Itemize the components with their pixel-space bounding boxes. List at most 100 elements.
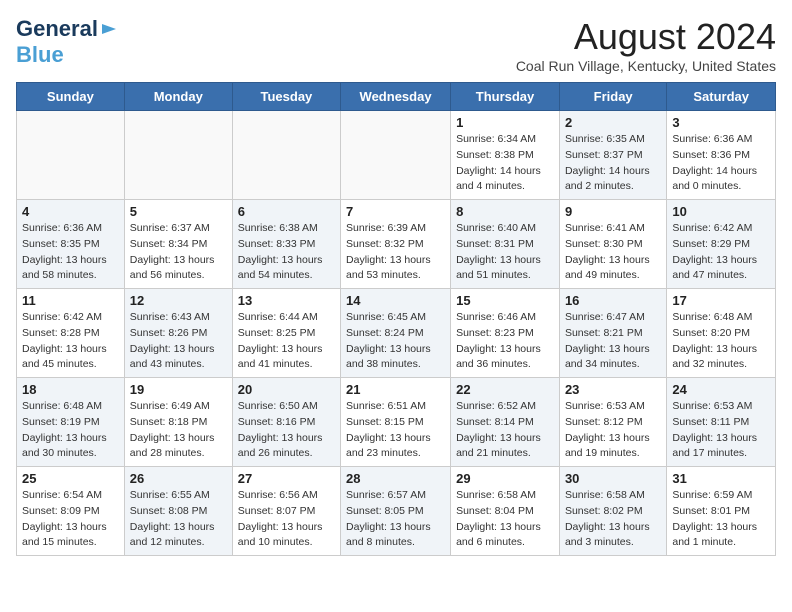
calendar-cell: 30 Sunrise: 6:58 AM Sunset: 8:02 PM Dayli… [559,467,666,556]
calendar-cell [17,111,125,200]
day-info: Sunrise: 6:56 AM Sunset: 8:07 PM Dayligh… [238,488,335,551]
calendar-cell: 9 Sunrise: 6:41 AM Sunset: 8:30 PM Daylig… [559,200,666,289]
day-number: 29 [456,471,554,486]
day-info: Sunrise: 6:58 AM Sunset: 8:04 PM Dayligh… [456,488,554,551]
day-number: 5 [130,204,227,219]
day-number: 1 [456,115,554,130]
day-number: 10 [672,204,770,219]
day-info: Sunrise: 6:52 AM Sunset: 8:14 PM Dayligh… [456,399,554,462]
calendar-cell: 25 Sunrise: 6:54 AM Sunset: 8:09 PM Dayli… [17,467,125,556]
day-info: Sunrise: 6:47 AM Sunset: 8:21 PM Dayligh… [565,310,661,373]
column-header-saturday: Saturday [667,83,776,111]
day-number: 22 [456,382,554,397]
day-info: Sunrise: 6:34 AM Sunset: 8:38 PM Dayligh… [456,132,554,195]
calendar-cell: 3 Sunrise: 6:36 AM Sunset: 8:36 PM Daylig… [667,111,776,200]
calendar-cell: 1 Sunrise: 6:34 AM Sunset: 8:38 PM Daylig… [451,111,560,200]
calendar-cell: 20 Sunrise: 6:50 AM Sunset: 8:16 PM Dayli… [232,378,340,467]
calendar-cell: 5 Sunrise: 6:37 AM Sunset: 8:34 PM Daylig… [124,200,232,289]
week-row-4: 18Sunrise: 6:48 AM Sunset: 8:19 PM Dayli… [17,378,776,467]
calendar-cell: 31 Sunrise: 6:59 AM Sunset: 8:01 PM Dayli… [667,467,776,556]
day-info: Sunrise: 6:43 AM Sunset: 8:26 PM Dayligh… [130,310,227,373]
calendar-cell [341,111,451,200]
day-number: 17 [672,293,770,308]
calendar-cell [124,111,232,200]
day-info: Sunrise: 6:36 AM Sunset: 8:36 PM Dayligh… [672,132,770,195]
day-number: 2 [565,115,661,130]
day-number: 8 [456,204,554,219]
column-header-sunday: Sunday [17,83,125,111]
day-number: 31 [672,471,770,486]
day-info: Sunrise: 6:36 AM Sunset: 8:35 PM Dayligh… [22,221,119,284]
calendar-cell: 23 Sunrise: 6:53 AM Sunset: 8:12 PM Dayli… [559,378,666,467]
calendar-cell: 24 Sunrise: 6:53 AM Sunset: 8:11 PM Dayli… [667,378,776,467]
month-title: August 2024 [516,16,776,58]
calendar-cell: 8 Sunrise: 6:40 AM Sunset: 8:31 PM Daylig… [451,200,560,289]
calendar-cell: 16 Sunrise: 6:47 AM Sunset: 8:21 PM Dayli… [559,289,666,378]
day-info: Sunrise: 6:53 AM Sunset: 8:11 PM Dayligh… [672,399,770,462]
calendar-cell: 11Sunrise: 6:42 AM Sunset: 8:28 PM Dayli… [17,289,125,378]
calendar-cell: 10 Sunrise: 6:42 AM Sunset: 8:29 PM Dayli… [667,200,776,289]
logo: General Blue [16,16,118,68]
day-info: Sunrise: 6:41 AM Sunset: 8:30 PM Dayligh… [565,221,661,284]
day-info: Sunrise: 6:42 AM Sunset: 8:29 PM Dayligh… [672,221,770,284]
day-info: Sunrise: 6:49 AM Sunset: 8:18 PM Dayligh… [130,399,227,462]
calendar-cell: 15Sunrise: 6:46 AM Sunset: 8:23 PM Dayli… [451,289,560,378]
calendar-table: SundayMondayTuesdayWednesdayThursdayFrid… [16,82,776,556]
day-info: Sunrise: 6:37 AM Sunset: 8:34 PM Dayligh… [130,221,227,284]
calendar-cell: 6Sunrise: 6:38 AM Sunset: 8:33 PM Daylig… [232,200,340,289]
day-number: 14 [346,293,445,308]
day-info: Sunrise: 6:45 AM Sunset: 8:24 PM Dayligh… [346,310,445,373]
calendar-cell: 22 Sunrise: 6:52 AM Sunset: 8:14 PM Dayli… [451,378,560,467]
column-header-tuesday: Tuesday [232,83,340,111]
location: Coal Run Village, Kentucky, United State… [516,58,776,74]
column-header-wednesday: Wednesday [341,83,451,111]
day-number: 26 [130,471,227,486]
column-header-thursday: Thursday [451,83,560,111]
calendar-cell: 13 Sunrise: 6:44 AM Sunset: 8:25 PM Dayli… [232,289,340,378]
week-row-2: 4 Sunrise: 6:36 AM Sunset: 8:35 PM Daylig… [17,200,776,289]
day-number: 28 [346,471,445,486]
day-number: 11 [22,293,119,308]
column-header-friday: Friday [559,83,666,111]
calendar-cell: 26 Sunrise: 6:55 AM Sunset: 8:08 PM Dayli… [124,467,232,556]
day-info: Sunrise: 6:48 AM Sunset: 8:19 PM Dayligh… [22,399,119,462]
day-info: Sunrise: 6:54 AM Sunset: 8:09 PM Dayligh… [22,488,119,551]
calendar-cell: 18Sunrise: 6:48 AM Sunset: 8:19 PM Dayli… [17,378,125,467]
day-info: Sunrise: 6:59 AM Sunset: 8:01 PM Dayligh… [672,488,770,551]
day-number: 20 [238,382,335,397]
day-info: Sunrise: 6:55 AM Sunset: 8:08 PM Dayligh… [130,488,227,551]
day-number: 30 [565,471,661,486]
day-info: Sunrise: 6:58 AM Sunset: 8:02 PM Dayligh… [565,488,661,551]
week-row-1: 1 Sunrise: 6:34 AM Sunset: 8:38 PM Daylig… [17,111,776,200]
day-number: 4 [22,204,119,219]
day-number: 16 [565,293,661,308]
day-info: Sunrise: 6:35 AM Sunset: 8:37 PM Dayligh… [565,132,661,195]
logo-text-blue: Blue [16,42,64,68]
week-row-5: 25 Sunrise: 6:54 AM Sunset: 8:09 PM Dayli… [17,467,776,556]
day-info: Sunrise: 6:53 AM Sunset: 8:12 PM Dayligh… [565,399,661,462]
day-number: 13 [238,293,335,308]
header-row: SundayMondayTuesdayWednesdayThursdayFrid… [17,83,776,111]
day-info: Sunrise: 6:40 AM Sunset: 8:31 PM Dayligh… [456,221,554,284]
day-number: 3 [672,115,770,130]
day-number: 23 [565,382,661,397]
calendar-cell [232,111,340,200]
day-number: 15 [456,293,554,308]
day-number: 25 [22,471,119,486]
title-block: August 2024 Coal Run Village, Kentucky, … [516,16,776,74]
day-number: 24 [672,382,770,397]
day-number: 21 [346,382,445,397]
day-info: Sunrise: 6:57 AM Sunset: 8:05 PM Dayligh… [346,488,445,551]
calendar-cell: 19Sunrise: 6:49 AM Sunset: 8:18 PM Dayli… [124,378,232,467]
day-info: Sunrise: 6:51 AM Sunset: 8:15 PM Dayligh… [346,399,445,462]
day-number: 9 [565,204,661,219]
calendar-cell: 4 Sunrise: 6:36 AM Sunset: 8:35 PM Daylig… [17,200,125,289]
calendar-cell: 27Sunrise: 6:56 AM Sunset: 8:07 PM Dayli… [232,467,340,556]
day-info: Sunrise: 6:50 AM Sunset: 8:16 PM Dayligh… [238,399,335,462]
day-info: Sunrise: 6:38 AM Sunset: 8:33 PM Dayligh… [238,221,335,284]
calendar-cell: 28 Sunrise: 6:57 AM Sunset: 8:05 PM Dayli… [341,467,451,556]
day-info: Sunrise: 6:44 AM Sunset: 8:25 PM Dayligh… [238,310,335,373]
calendar-cell: 2 Sunrise: 6:35 AM Sunset: 8:37 PM Daylig… [559,111,666,200]
calendar-cell: 17Sunrise: 6:48 AM Sunset: 8:20 PM Dayli… [667,289,776,378]
logo-text-general: General [16,16,98,42]
